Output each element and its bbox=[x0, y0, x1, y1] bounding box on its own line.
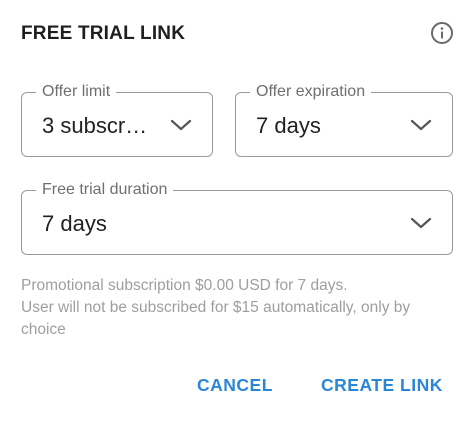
offer-limit-select[interactable]: Offer limit 3 subscr… bbox=[21, 82, 213, 157]
dialog-title: FREE TRIAL LINK bbox=[21, 23, 186, 44]
free-trial-duration-value: 7 days bbox=[42, 211, 107, 236]
free-trial-link-dialog: FREE TRIAL LINK Offer limit 3 subscr… Of… bbox=[0, 0, 474, 422]
offer-expiration-select[interactable]: Offer expiration 7 days bbox=[235, 82, 453, 157]
promo-description: Promotional subscription $0.00 USD for 7… bbox=[21, 275, 451, 341]
promo-description-line1: Promotional subscription $0.00 USD for 7… bbox=[21, 277, 348, 294]
offer-limit-label: Offer limit bbox=[36, 82, 117, 102]
offer-limit-value: 3 subscr… bbox=[42, 113, 148, 138]
offer-expiration-value: 7 days bbox=[256, 113, 321, 138]
create-link-button[interactable]: CREATE LINK bbox=[321, 375, 443, 396]
dialog-header: FREE TRIAL LINK bbox=[21, 20, 454, 48]
info-icon[interactable] bbox=[430, 21, 454, 45]
free-trial-duration-label: Free trial duration bbox=[36, 180, 174, 200]
cancel-button[interactable]: CANCEL bbox=[197, 375, 273, 396]
offer-expiration-label: Offer expiration bbox=[250, 82, 372, 102]
promo-description-line2: User will not be subscribed for $15 auto… bbox=[21, 299, 411, 338]
chevron-down-icon bbox=[170, 117, 192, 133]
chevron-down-icon bbox=[410, 117, 432, 133]
chevron-down-icon bbox=[410, 215, 432, 231]
free-trial-duration-select[interactable]: Free trial duration 7 days bbox=[21, 180, 453, 255]
